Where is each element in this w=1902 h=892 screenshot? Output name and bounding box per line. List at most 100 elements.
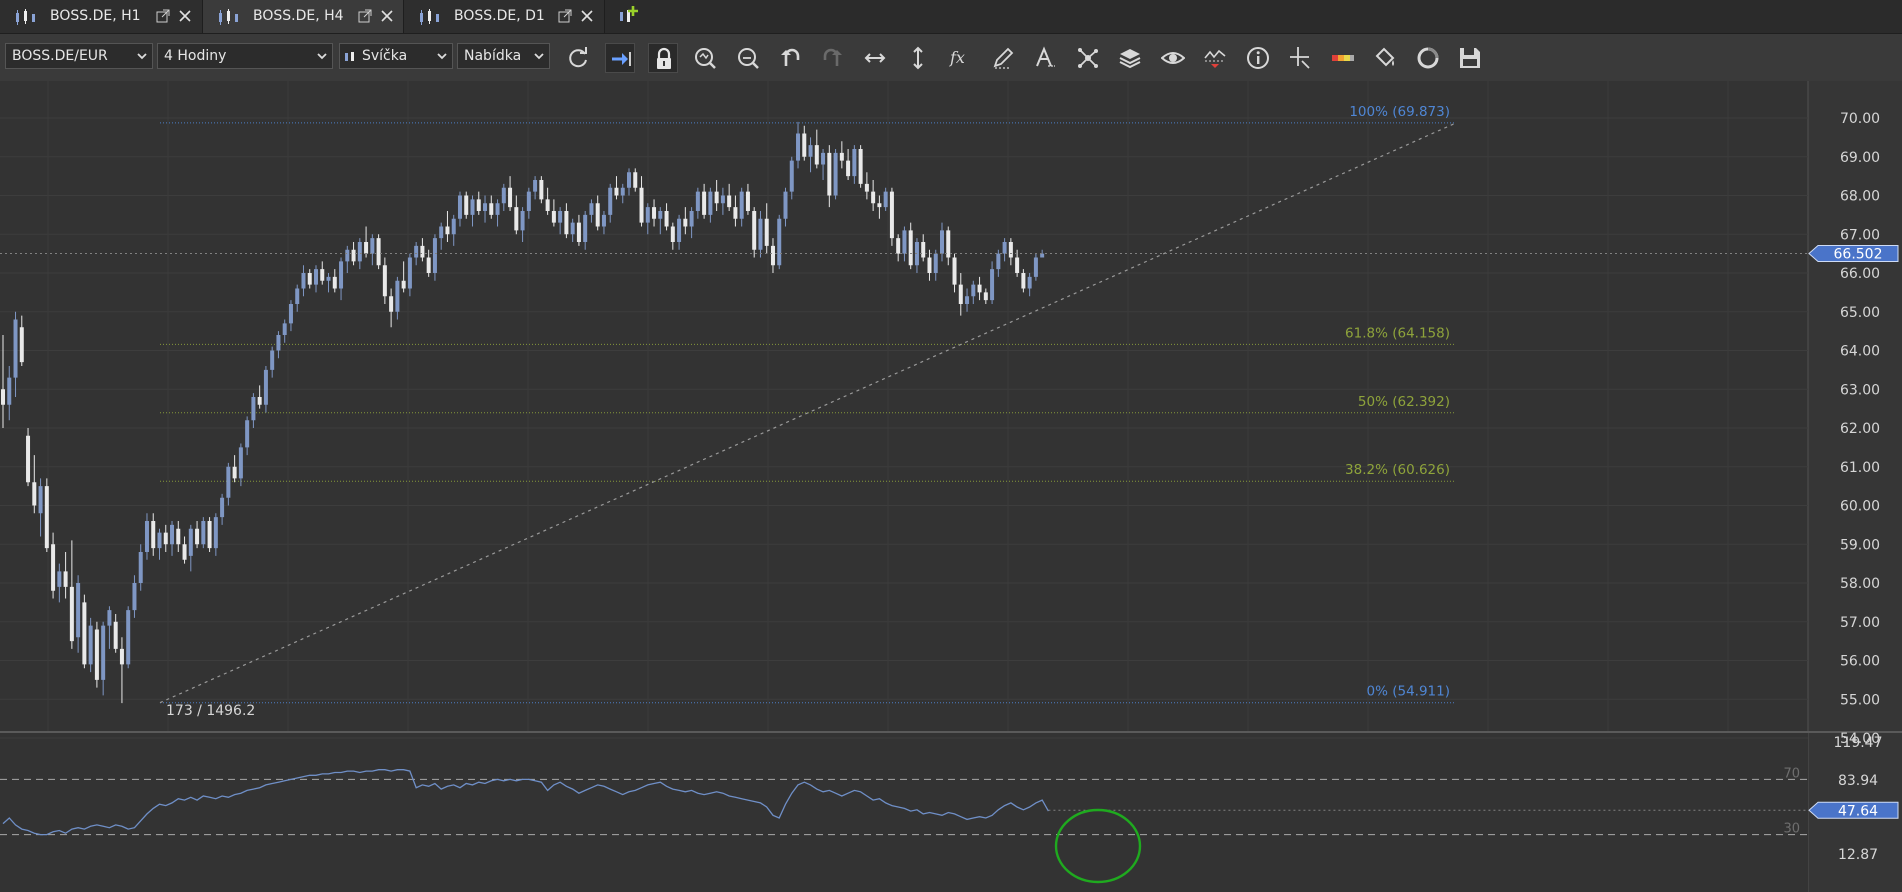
text-tool-button[interactable] xyxy=(1030,43,1060,73)
candle-body xyxy=(570,222,575,235)
redo-button[interactable] xyxy=(818,43,848,73)
candle-body xyxy=(952,257,957,285)
save-icon xyxy=(1460,48,1480,68)
candle-body xyxy=(220,497,225,518)
layers-button[interactable] xyxy=(1115,43,1145,73)
candle xyxy=(1033,253,1038,281)
alerts-chart-icon xyxy=(1204,49,1226,68)
zoom-out-button[interactable] xyxy=(733,43,763,73)
price-tick-label: 61.00 xyxy=(1840,460,1880,476)
candle xyxy=(376,234,381,270)
candle xyxy=(94,621,99,688)
crosshair-button[interactable] xyxy=(1285,43,1315,73)
period-select[interactable]: 4 Hodiny xyxy=(157,43,333,69)
candle-body xyxy=(852,149,857,177)
candle-body xyxy=(645,207,650,223)
candle-body xyxy=(170,524,175,545)
undock-icon[interactable] xyxy=(156,9,170,23)
tab-boss-h4[interactable]: BOSS.DE, H4 xyxy=(203,0,404,33)
zoom-in-icon xyxy=(695,48,716,69)
add-chart-icon[interactable] xyxy=(616,4,640,28)
tab-boss-d1[interactable]: BOSS.DE, D1 xyxy=(404,0,605,33)
candle-body xyxy=(770,245,775,266)
last-price-value: 66.502 xyxy=(1834,247,1883,263)
price-pane[interactable] xyxy=(0,81,1808,731)
theme-color-button[interactable] xyxy=(1328,43,1358,73)
candle-body xyxy=(695,191,700,211)
price-chart[interactable]: 100% (69.873) 61.8% (64.158) 50% (62.392) 3… xyxy=(0,81,1902,892)
candle-body xyxy=(295,288,300,304)
template-button[interactable] xyxy=(1413,43,1443,73)
candle-body xyxy=(407,257,412,289)
candle-body xyxy=(614,187,619,196)
info-button[interactable] xyxy=(1243,43,1273,73)
price-tick-label: 69.00 xyxy=(1840,150,1880,166)
close-icon[interactable] xyxy=(580,9,594,23)
fib-level-label: 38.2% (60.626) xyxy=(1345,462,1450,478)
close-icon[interactable] xyxy=(380,9,394,23)
visibility-button[interactable] xyxy=(1158,43,1188,73)
draw-button[interactable] xyxy=(988,43,1018,73)
horizontal-scale-button[interactable] xyxy=(860,43,890,73)
candle-body xyxy=(126,610,131,665)
candle-body xyxy=(495,203,500,215)
candle xyxy=(833,149,838,200)
candle-body xyxy=(44,486,49,549)
price-tick-label: 55.00 xyxy=(1840,692,1880,708)
undo-button[interactable] xyxy=(775,43,805,73)
candle-body xyxy=(520,211,525,231)
candle-body xyxy=(689,211,694,227)
zoom-in-button[interactable] xyxy=(690,43,720,73)
draw-pencil-icon xyxy=(993,47,1014,69)
alerts-chart-button[interactable] xyxy=(1200,43,1230,73)
instrument-select[interactable]: BOSS.DE/EUR xyxy=(5,43,153,69)
chart-type-select[interactable]: Svíčka xyxy=(339,43,453,69)
candle-body xyxy=(846,160,851,177)
candle-body xyxy=(339,261,344,289)
paint-bucket-button[interactable] xyxy=(1370,43,1400,73)
indicators-button[interactable]: fx xyxy=(945,43,975,73)
shift-chart-icon xyxy=(612,52,631,66)
last-price-tag: 66.502 xyxy=(1808,245,1899,263)
candlestick-icon xyxy=(420,9,439,25)
candle-body xyxy=(395,280,400,312)
vertical-scale-button[interactable] xyxy=(903,43,933,73)
candle xyxy=(777,214,782,270)
shift-chart-button[interactable] xyxy=(605,43,635,73)
undock-icon[interactable] xyxy=(558,9,572,23)
candle-body xyxy=(620,187,625,196)
candle-body xyxy=(720,195,725,204)
candle-body xyxy=(401,280,406,289)
patterns-button[interactable] xyxy=(1073,43,1103,73)
lock-button[interactable] xyxy=(648,43,678,73)
chart-area[interactable]: 100% (69.873) 61.8% (64.158) 50% (62.392) 3… xyxy=(0,81,1902,892)
candle-body xyxy=(940,230,944,254)
candle xyxy=(889,187,894,246)
tab-boss-h1[interactable]: BOSS.DE, H1 xyxy=(0,0,203,33)
candle-body xyxy=(677,218,682,242)
candle-body xyxy=(576,222,581,242)
candle xyxy=(126,606,131,669)
candle-body xyxy=(445,226,450,235)
close-icon[interactable] xyxy=(178,9,192,23)
candle-body xyxy=(595,203,600,227)
tab-label: BOSS.DE, H1 xyxy=(50,8,141,24)
oscillator-pane[interactable] xyxy=(0,733,1808,892)
candle-body xyxy=(1033,257,1038,277)
offer-side-select[interactable]: Nabídka xyxy=(457,43,550,69)
chevron-down-icon xyxy=(437,53,447,60)
price-tick-label: 65.00 xyxy=(1840,305,1880,321)
undock-icon[interactable] xyxy=(358,9,372,23)
candle-body xyxy=(76,583,81,638)
candle-body xyxy=(19,327,24,363)
refresh-button[interactable] xyxy=(563,43,593,73)
candle-body xyxy=(833,152,838,196)
save-button[interactable] xyxy=(1455,43,1485,73)
candle xyxy=(26,428,31,487)
candle-body xyxy=(758,218,763,250)
chevron-down-icon xyxy=(137,53,147,60)
candle-body xyxy=(514,207,519,231)
tab-label: BOSS.DE, H4 xyxy=(253,8,344,24)
candle-body xyxy=(144,521,149,552)
candle-body xyxy=(282,323,287,335)
